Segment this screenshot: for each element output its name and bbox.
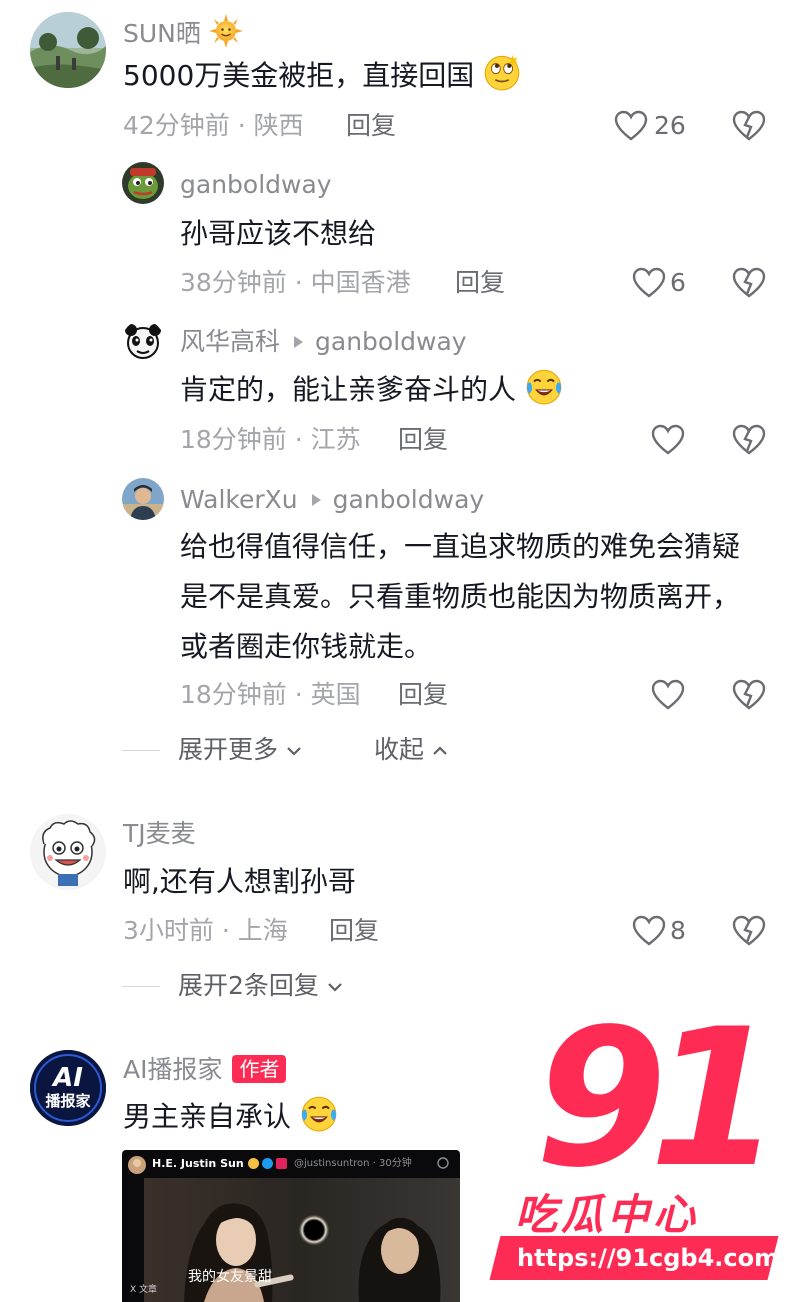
divider [122, 986, 160, 987]
comment-text: 孙哥应该不想给 [180, 217, 377, 250]
comment-time-location: 18分钟前 · 英国 [180, 680, 361, 709]
avatar[interactable]: AI 播报家 [30, 1050, 106, 1126]
embedded-badge-icon [276, 1158, 287, 1169]
watermark-url: https://91cgb4.com [517, 1244, 780, 1272]
dislike-icon[interactable] [732, 679, 766, 711]
heart-icon[interactable] [632, 267, 666, 299]
comment-image[interactable]: H.E. Justin Sun @justinsuntron · 30分钟 我的… [122, 1150, 460, 1302]
verified-icon [262, 1158, 273, 1169]
comment-text: 男主亲自承认 [123, 1092, 523, 1142]
avatar[interactable] [30, 12, 106, 88]
comment-username[interactable]: WalkerXu ganboldway [180, 485, 484, 515]
divider [122, 750, 160, 751]
dislike-icon[interactable] [732, 915, 766, 947]
comment-time-location: 3小时前 · 上海 [123, 916, 288, 945]
crying-laughing-emoji-icon [301, 1096, 337, 1132]
embedded-handle: @justinsuntron · 30分钟 [294, 1158, 412, 1169]
embedded-badge-icon [248, 1158, 259, 1169]
heart-icon[interactable] [632, 915, 666, 947]
embedded-caption: 我的女友景甜 [188, 1269, 272, 1285]
eye-roll-emoji-icon [484, 55, 520, 91]
avatar[interactable] [122, 320, 164, 362]
reply-arrow-icon [311, 494, 321, 506]
comment-text: 给也得值得信任，一直追求物质的难免会猜疑是不是真爱。只看重物质也能因为物质离开，… [180, 530, 741, 663]
avatar[interactable] [30, 814, 106, 890]
avatar[interactable] [122, 478, 164, 520]
comment-text: 肯定的，能让亲爹奋斗的人 [180, 365, 760, 415]
reply-button[interactable]: 回复 [398, 425, 448, 455]
sun-emoji-icon [208, 14, 243, 48]
comment-time-location: 18分钟前 · 江苏 [180, 425, 361, 454]
watermark-title: 吃瓜中心 [515, 1190, 700, 1239]
like-count: 6 [670, 268, 686, 297]
crying-laughing-emoji-icon [526, 369, 562, 405]
avatar-logo-text: AI [53, 1063, 83, 1093]
avatar-logo-subtext: 播报家 [45, 1092, 91, 1110]
heart-icon[interactable] [651, 424, 685, 456]
reply-button[interactable]: 回复 [398, 680, 448, 710]
embedded-author: H.E. Justin Sun [152, 1157, 244, 1170]
comment-text: 啊,还有人想割孙哥 [123, 865, 356, 898]
watermark-number: 91 [535, 988, 781, 1209]
comment-text: 5000万美金被拒，直接回国 [123, 51, 763, 101]
reply-button[interactable]: 回复 [329, 916, 379, 946]
expand-replies-button[interactable]: 展开2条回复 [178, 971, 343, 1001]
author-badge: 作者 [232, 1055, 287, 1083]
comment-time-location: 38分钟前 · 中国香港 [180, 268, 411, 297]
dislike-icon[interactable] [732, 267, 766, 299]
watermark-logo: 91 吃瓜中心 https://91cgb4.com [489, 1004, 781, 1292]
expand-more-button[interactable]: 展开更多 [178, 735, 302, 765]
comment-username[interactable]: TJ麦麦 [123, 819, 196, 849]
heart-icon[interactable] [651, 679, 685, 711]
comment-username[interactable]: AI播报家 作者 [123, 1055, 287, 1085]
embedded-avatar [128, 1156, 146, 1174]
comment-time-location: 42分钟前 · 陕西 [123, 111, 304, 140]
like-count: 8 [670, 916, 686, 945]
dislike-icon[interactable] [732, 110, 766, 142]
collapse-button[interactable]: 收起 [374, 735, 448, 765]
like-count: 26 [654, 111, 686, 140]
heart-icon[interactable] [614, 110, 648, 142]
embedded-corner-label: X 文章 [130, 1285, 158, 1295]
reply-button[interactable]: 回复 [455, 268, 505, 298]
reply-arrow-icon [294, 336, 304, 348]
refresh-icon [437, 1157, 449, 1169]
chevron-down-icon [328, 983, 342, 992]
reply-button[interactable]: 回复 [346, 111, 396, 141]
avatar[interactable] [122, 162, 164, 204]
comment-username[interactable]: SUN晒 [123, 14, 243, 49]
comment-username[interactable]: 风华高科 ganboldway [180, 327, 467, 357]
chevron-down-icon [287, 747, 301, 756]
chevron-up-icon [433, 746, 447, 755]
dislike-icon[interactable] [732, 424, 766, 456]
comment-username[interactable]: ganboldway [180, 170, 332, 200]
